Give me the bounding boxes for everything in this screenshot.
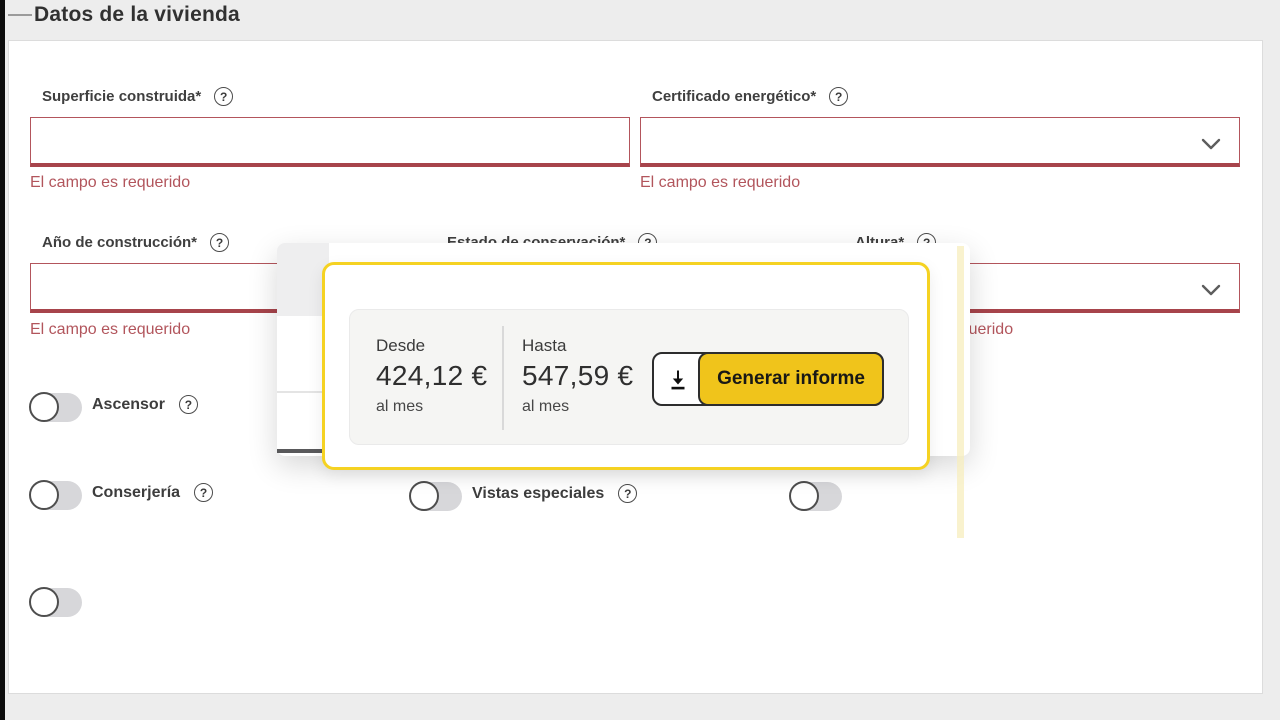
toggle-knob: [409, 481, 439, 511]
price-estimate-popup: Desde 424,12 € al mes Hasta 547,59 € al …: [322, 262, 930, 470]
price-divider: [502, 326, 504, 430]
chevron-down-icon: [1201, 137, 1221, 155]
conserjeria-toggle[interactable]: [30, 481, 82, 510]
anio-error: El campo es requerido: [30, 321, 190, 339]
vistas-label-group: Vistas especiales ?: [472, 484, 637, 503]
ascensor-label-group: Ascensor ?: [92, 395, 198, 414]
divider-fragment-dark: [277, 449, 322, 453]
anio-label-group: Año de construcción* ?: [42, 233, 229, 252]
conserjeria-label-group: Conserjería ?: [92, 483, 213, 502]
toggle-knob: [29, 392, 59, 422]
zonas-comunitarias-toggle[interactable]: [30, 588, 82, 617]
superficie-input[interactable]: [30, 117, 630, 167]
toggle-knob: [29, 480, 59, 510]
superficie-error: El campo es requerido: [30, 174, 190, 192]
ascensor-toggle[interactable]: [30, 393, 82, 422]
price-to-value: 547,59 €: [522, 360, 633, 392]
certificado-label-group: Certificado energético* ?: [652, 87, 848, 106]
title-dash: [8, 14, 32, 16]
help-icon[interactable]: ?: [829, 87, 848, 106]
anio-label: Año de construcción*: [42, 234, 197, 251]
highlight-strip: [957, 246, 964, 538]
certificado-energetico-select[interactable]: [640, 117, 1240, 167]
generate-report-label: Generar informe: [698, 352, 884, 406]
price-card: Desde 424,12 € al mes Hasta 547,59 € al …: [349, 309, 909, 445]
piscina-toggle[interactable]: [790, 482, 842, 511]
help-icon[interactable]: ?: [618, 484, 637, 503]
vistas-especiales-label: Vistas especiales: [472, 485, 604, 503]
price-from-label: Desde: [376, 336, 487, 356]
price-from-value: 424,12 €: [376, 360, 487, 392]
certificado-label: Certificado energético*: [652, 88, 816, 105]
certificado-error: El campo es requerido: [640, 174, 800, 192]
price-to-label: Hasta: [522, 336, 633, 356]
superficie-label: Superficie construida*: [42, 88, 201, 105]
price-from-block: Desde 424,12 € al mes: [376, 336, 487, 416]
chevron-down-icon: [1201, 283, 1221, 301]
vistas-especiales-toggle[interactable]: [410, 482, 462, 511]
page-title: Datos de la vivienda: [34, 3, 240, 27]
generate-report-button[interactable]: Generar informe: [652, 352, 884, 406]
conserjeria-label: Conserjería: [92, 484, 180, 502]
help-icon[interactable]: ?: [214, 87, 233, 106]
divider-fragment-light: [277, 391, 322, 393]
help-icon[interactable]: ?: [210, 233, 229, 252]
price-to-block: Hasta 547,59 € al mes: [522, 336, 633, 416]
help-icon[interactable]: ?: [179, 395, 198, 414]
superficie-label-group: Superficie construida* ?: [42, 87, 233, 106]
ascensor-label: Ascensor: [92, 396, 165, 414]
download-icon: [666, 368, 690, 397]
toggle-knob: [29, 587, 59, 617]
screen-edge-bar: [0, 0, 5, 720]
toggle-knob: [789, 481, 819, 511]
price-to-period: al mes: [522, 398, 633, 416]
price-from-period: al mes: [376, 398, 487, 416]
help-icon[interactable]: ?: [194, 483, 213, 502]
